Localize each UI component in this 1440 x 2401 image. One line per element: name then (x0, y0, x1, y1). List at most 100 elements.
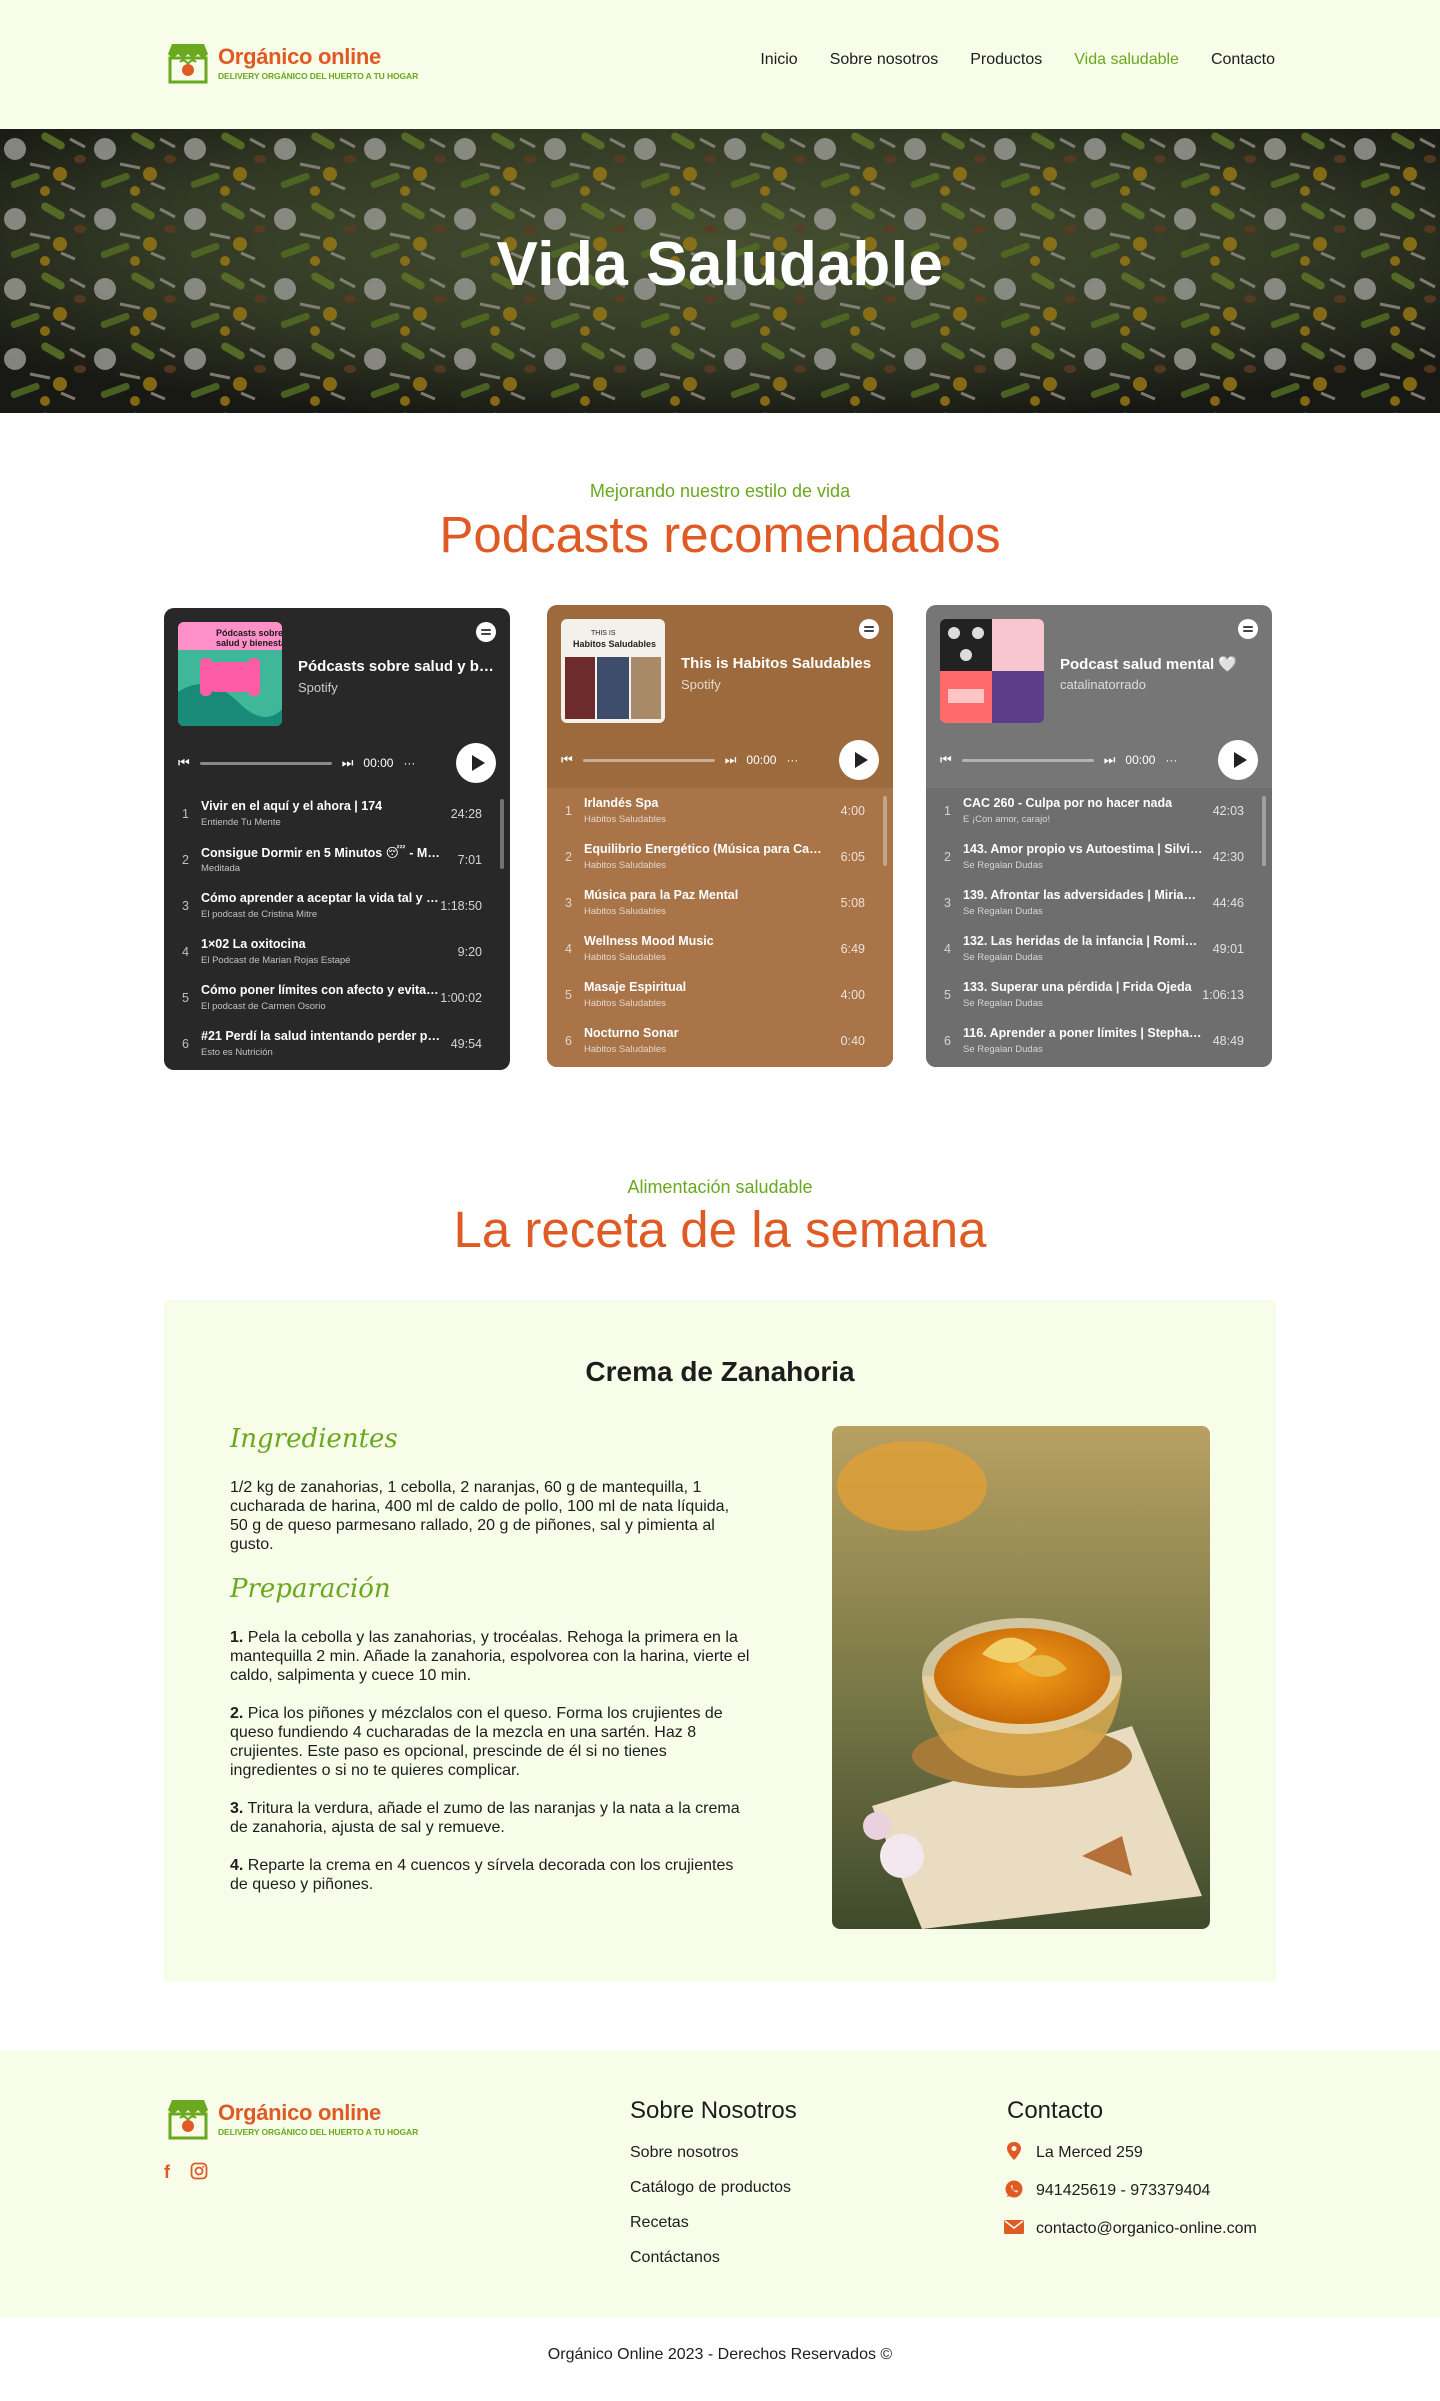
spotify-icon[interactable] (1238, 619, 1258, 639)
spotify-icon[interactable] (859, 619, 879, 639)
progress-bar[interactable] (582, 758, 715, 762)
svg-text:Habitos Saludables: Habitos Saludables (573, 639, 656, 649)
svg-text:Pódcasts sobre: Pódcasts sobre (216, 628, 282, 638)
recipe-section-subtitle: Alimentación saludable (627, 1177, 813, 1197)
contact-address: La Merced 259 (1036, 2144, 1143, 2161)
playback-time: 00:00 (363, 756, 394, 770)
track-row[interactable]: 6 116. Aprender a poner límites | Stephan… (926, 1018, 1272, 1064)
skip-forward-icon[interactable]: ⏭ (725, 752, 737, 768)
podcasts-subtitle: Mejorando nuestro estilo de vida (589, 481, 851, 501)
footer-brand-name: Orgánico online (218, 2099, 381, 2125)
spotify-player-1[interactable]: Pódcasts sobresalud y bienestar Pódcasts… (164, 608, 510, 1070)
track-row[interactable]: 1 Irlandés Spa Habitos Saludables 4:00 (547, 788, 893, 834)
nav-item-sobre-nosotros[interactable]: Sobre nosotros (830, 51, 939, 69)
recipe-section-title: La receta de la semana (453, 1201, 987, 1258)
nav-item-productos[interactable]: Productos (970, 51, 1042, 69)
site-header: Orgánico online DELIVERY ORGÁNICO DEL HU… (0, 0, 1440, 129)
footer-contact-heading: Contacto (1007, 2097, 1104, 2124)
progress-bar[interactable] (961, 758, 1094, 762)
preparation-heading: Preparación (230, 1574, 391, 1604)
footer-about-heading: Sobre Nosotros (630, 2097, 797, 2124)
skip-back-icon[interactable]: ⏮ (561, 752, 573, 768)
contact-email[interactable]: contacto@organico-online.com (1036, 2220, 1257, 2238)
track-row[interactable]: 2 143. Amor propio vs Autoestima | Silvia… (926, 834, 1272, 880)
brand-logo[interactable]: Orgánico online DELIVERY ORGÁNICO DEL HU… (164, 40, 418, 86)
track-row[interactable]: 5 Masaje Espiritual Habitos Saludables 4:00 (547, 972, 893, 1018)
nav-item-inicio[interactable]: Inicio (760, 51, 797, 69)
playback-time: 00:00 (1125, 753, 1156, 767)
play-button[interactable] (456, 743, 496, 783)
svg-text:salud y bienestar: salud y bienestar (216, 638, 282, 648)
playback-time: 00:00 (746, 753, 777, 767)
footer-link-sobre-nosotros[interactable]: Sobre nosotros (630, 2144, 739, 2162)
facebook-icon[interactable]: f (164, 2162, 170, 2185)
whatsapp-icon (1004, 2179, 1024, 2204)
skip-back-icon[interactable]: ⏮ (940, 752, 952, 768)
track-row[interactable]: 2 Consigue Dormir en 5 Minutos 😴 - Medi… M… (164, 837, 510, 883)
track-row[interactable]: 4 1×02 La oxitocina El Podcast de Marian R… (164, 929, 510, 975)
ingredients-heading: Ingredientes (230, 1424, 398, 1454)
track-row[interactable]: 5 Cómo poner límites con afecto y evitar…… (164, 975, 510, 1021)
track-row[interactable]: 3 Cómo aprender a aceptar la vida tal y …… (164, 883, 510, 929)
spotify-icon[interactable] (476, 622, 496, 642)
store-logo-icon (164, 2096, 212, 2142)
podcasts-title: Podcasts recomendados (439, 506, 1001, 563)
playlist-title: Podcast salud mental 🤍 (1060, 656, 1238, 673)
track-row[interactable]: 4 Wellness Mood Music Habitos Saludables 6:… (547, 926, 893, 972)
instagram-icon[interactable] (190, 2162, 208, 2185)
recipe-card: Crema de Zanahoria Ingredientes 1/2 kg d… (164, 1300, 1276, 1982)
recipe-name: Crema de Zanahoria (585, 1356, 855, 1387)
playlist-cover-image (940, 619, 1044, 723)
footer-link-recetas[interactable]: Recetas (630, 2214, 689, 2232)
play-button[interactable] (1218, 740, 1258, 780)
track-row[interactable]: 6 Nocturno Sonar Habitos Saludables 0:40 (547, 1018, 893, 1064)
svg-text:THIS IS: THIS IS (591, 630, 616, 637)
play-button[interactable] (839, 740, 879, 780)
hero-title: Vida Saludable (496, 230, 944, 299)
track-row[interactable]: 5 133. Superar una pérdida | Frida Ojeda S… (926, 972, 1272, 1018)
skip-forward-icon[interactable]: ⏭ (342, 755, 354, 771)
footer-link-catalogo[interactable]: Catálogo de productos (630, 2179, 791, 2197)
step-1: 1. Pela la cebolla y las zanahorias, y t… (230, 1629, 750, 1684)
progress-bar[interactable] (199, 761, 332, 765)
skip-back-icon[interactable]: ⏮ (178, 755, 190, 771)
hero-banner: Vida Saludable (0, 129, 1440, 413)
spotify-player-3[interactable]: Podcast salud mental 🤍 catalinatorrado ⏮… (926, 605, 1272, 1067)
footer-link-contactanos[interactable]: Contáctanos (630, 2249, 720, 2267)
skip-forward-icon[interactable]: ⏭ (1104, 752, 1116, 768)
playlist-artist: catalinatorrado (1060, 677, 1146, 692)
step-4: 4. Reparte la crema en 4 cuencos y sírve… (230, 1857, 734, 1893)
playlist-artist: Spotify (681, 677, 721, 692)
carrot-soup-image (832, 1426, 1210, 1929)
email-icon (1004, 2219, 1024, 2240)
track-row[interactable]: 2 Equilibrio Energético (Música para Calm… (547, 834, 893, 880)
footer-brand-logo[interactable]: Orgánico online DELIVERY ORGÁNICO DEL HU… (164, 2096, 418, 2142)
main-nav: Inicio Sobre nosotros Productos Vida sal… (760, 51, 1275, 69)
brand-tagline: DELIVERY ORGÁNICO DEL HUERTO A TU HOGAR (218, 70, 419, 81)
track-row[interactable]: 6 #21 Perdí la salud intentando perder pe… (164, 1021, 510, 1067)
step-3: 3. Tritura la verdura, añade el zumo de … (230, 1800, 740, 1836)
ingredients-text: 1/2 kg de zanahorias, 1 cebolla, 2 naran… (230, 1479, 730, 1553)
footer-brand-tagline: DELIVERY ORGÁNICO DEL HUERTO A TU HOGAR (218, 2126, 419, 2137)
spotify-player-2[interactable]: THIS IS Habitos Saludables This is Habito… (547, 605, 893, 1067)
playlist-cover-image: THIS IS Habitos Saludables (561, 619, 665, 723)
track-list: 1 Vivir en el aquí y el ahora | 174 Entien… (164, 791, 510, 1070)
social-links: f (164, 2162, 208, 2185)
contact-phone[interactable]: 941425619 - 973379404 (1036, 2182, 1210, 2200)
playlist-title: Pódcasts sobre salud y bi… (298, 658, 494, 675)
track-row[interactable]: 4 132. Las heridas de la infancia | Romin… (926, 926, 1272, 972)
more-options-icon[interactable]: ··· (1165, 753, 1177, 767)
more-options-icon[interactable]: ··· (786, 753, 798, 767)
playlist-title: This is Habitos Saludables (681, 655, 872, 672)
nav-item-vida-saludable[interactable]: Vida saludable (1074, 51, 1179, 69)
store-logo-icon (164, 40, 212, 86)
track-list: 1 Irlandés Spa Habitos Saludables 4:00 2 Equ… (547, 788, 893, 1067)
more-options-icon[interactable]: ··· (403, 756, 415, 770)
track-row[interactable]: 3 Música para la Paz Mental Habitos Saluda… (547, 880, 893, 926)
track-row[interactable]: 1 CAC 260 - Culpa por no hacer nada E ¡Con… (926, 788, 1272, 834)
brand-name: Orgánico online (218, 43, 381, 69)
track-row[interactable]: 1 Vivir en el aquí y el ahora | 174 Entien… (164, 791, 510, 837)
step-2: 2. Pica los piñones y mézclalos con el q… (230, 1705, 723, 1779)
track-row[interactable]: 3 139. Afrontar las adversidades | Miriam… (926, 880, 1272, 926)
nav-item-contacto[interactable]: Contacto (1211, 51, 1275, 69)
